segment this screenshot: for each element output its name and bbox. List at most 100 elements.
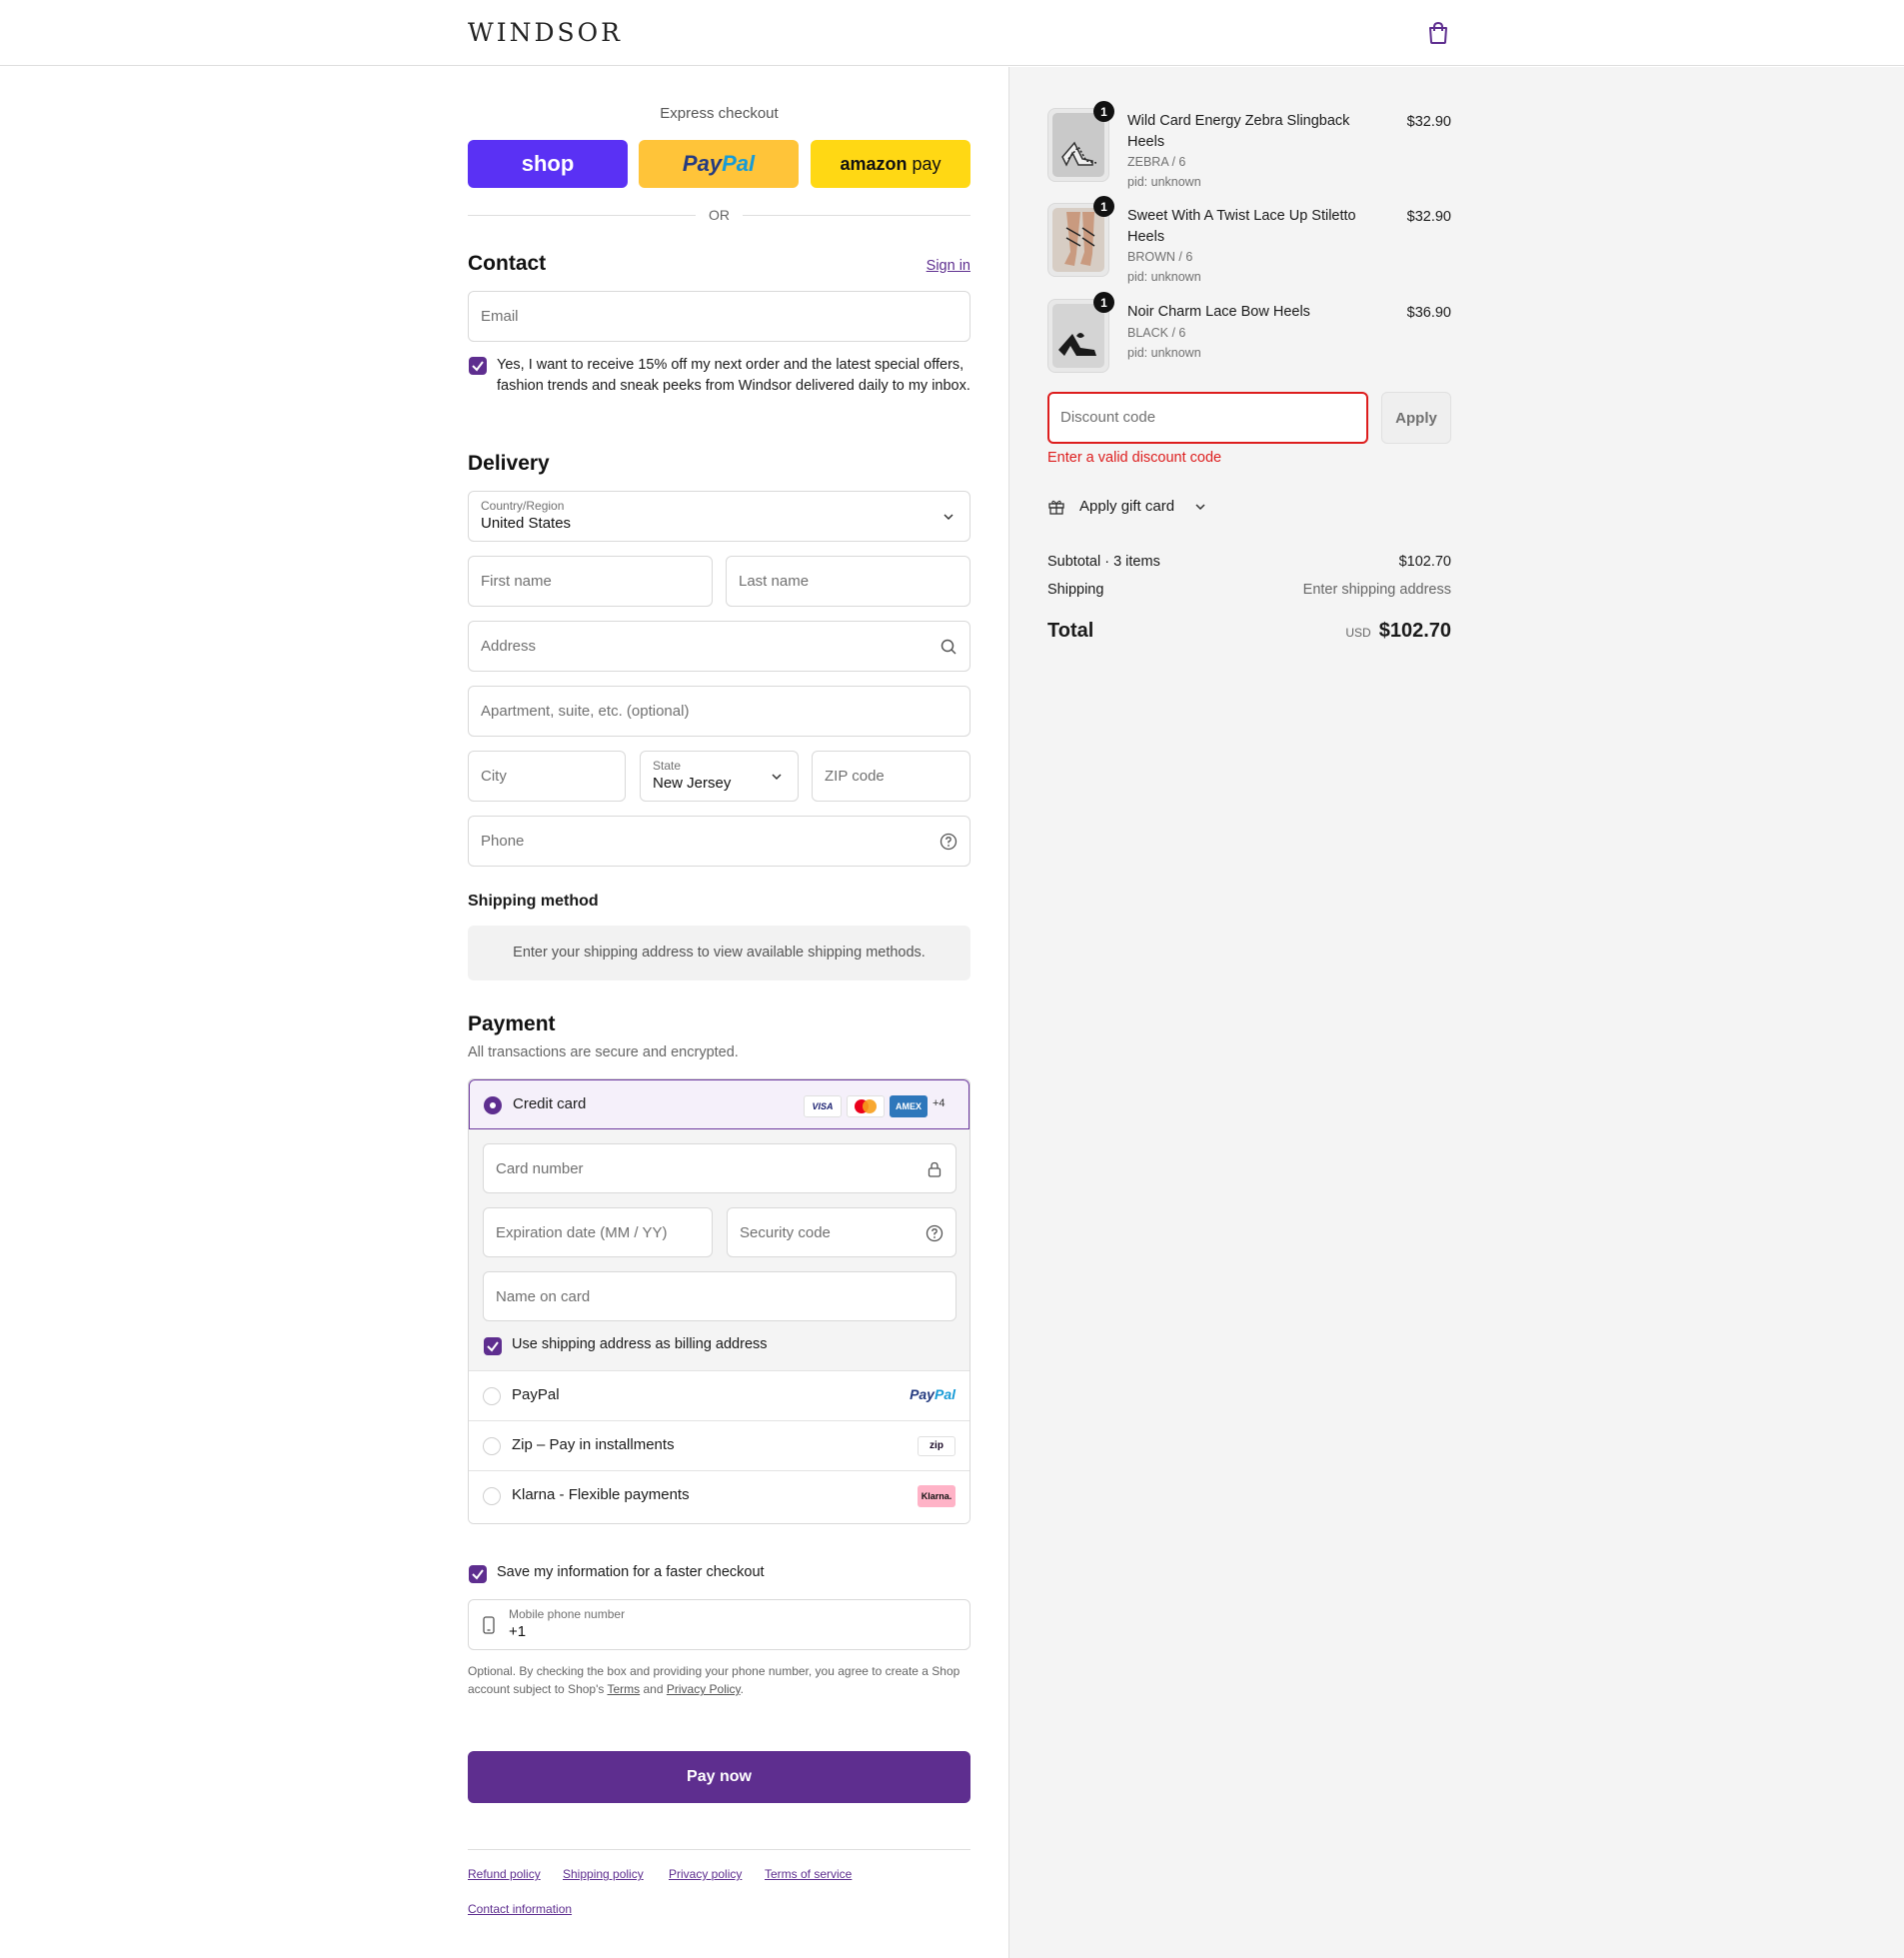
zip-radio[interactable]: [483, 1437, 501, 1455]
privacy-policy-link[interactable]: Privacy policy: [669, 1867, 742, 1881]
shipping-policy-link[interactable]: Shipping policy: [563, 1867, 644, 1881]
billing-same-label: Use shipping address as billing address: [512, 1336, 768, 1352]
product-image: [1052, 113, 1104, 177]
shopping-bag-icon[interactable]: [1427, 21, 1449, 45]
product-thumbnail: 1: [1047, 292, 1114, 373]
total-row: Total USD $102.70: [1047, 620, 1451, 650]
last-name-placeholder: Last name: [739, 573, 810, 590]
billing-same-checkbox[interactable]: [484, 1337, 502, 1355]
state-select[interactable]: State New Jersey: [640, 751, 799, 802]
zip-option[interactable]: Zip – Pay in installments zip: [469, 1420, 969, 1470]
store-logo[interactable]: WINDSOR: [468, 18, 623, 47]
mobile-phone-value: +1: [509, 1623, 527, 1640]
city-field[interactable]: City: [468, 751, 626, 802]
total-amount: USD $102.70: [1345, 620, 1451, 643]
email-field[interactable]: Email: [468, 291, 970, 342]
search-icon: [941, 639, 956, 655]
currency-code: USD: [1345, 626, 1371, 640]
product-thumbnail: 1: [1047, 101, 1114, 182]
save-info-checkbox[interactable]: [469, 1565, 487, 1583]
mobile-phone-label: Mobile phone number: [509, 1607, 626, 1621]
amazon-pay-text: pay: [907, 153, 942, 174]
klarna-option[interactable]: Klarna - Flexible payments Klarna.: [469, 1470, 969, 1523]
address-placeholder: Address: [481, 638, 537, 655]
paypal-option[interactable]: PayPal PayPal: [469, 1370, 969, 1420]
card-number-field[interactable]: Card number: [483, 1143, 956, 1193]
security-code-field[interactable]: Security code: [727, 1207, 956, 1257]
zip-field[interactable]: ZIP code: [812, 751, 970, 802]
quantity-badge: 1: [1093, 101, 1114, 122]
terms-of-service-link[interactable]: Terms of service: [765, 1867, 852, 1881]
mobile-phone-field[interactable]: Mobile phone number +1: [468, 1599, 970, 1650]
or-text: OR: [709, 207, 730, 223]
first-name-field[interactable]: First name: [468, 556, 713, 607]
credit-card-option[interactable]: Credit card VISA AMEX +4: [469, 1079, 969, 1129]
country-value: United States: [481, 515, 572, 532]
security-code-placeholder: Security code: [740, 1224, 831, 1241]
zip-logo: zip: [918, 1436, 955, 1456]
state-label: State: [653, 759, 682, 773]
help-icon[interactable]: [940, 833, 957, 851]
phone-field[interactable]: Phone: [468, 816, 970, 867]
privacy-policy-link[interactable]: Privacy Policy: [667, 1682, 741, 1696]
apply-gift-card-toggle[interactable]: Apply gift card: [1047, 496, 1247, 520]
shipping-label: Shipping: [1047, 582, 1104, 598]
card-number-placeholder: Card number: [496, 1160, 584, 1177]
total-value: $102.70: [1378, 620, 1451, 642]
expiration-field[interactable]: Expiration date (MM / YY): [483, 1207, 713, 1257]
pay-now-button[interactable]: Pay now: [468, 1751, 970, 1803]
paypal-logo: PayPal: [910, 1386, 955, 1402]
shipping-method-message: Enter your shipping address to view avai…: [468, 926, 970, 980]
paypal-radio[interactable]: [483, 1387, 501, 1405]
legal-period: .: [740, 1682, 745, 1696]
paypal-logo-pal: Pal: [722, 151, 756, 176]
visa-icon: VISA: [804, 1095, 842, 1117]
help-icon[interactable]: [926, 1224, 944, 1242]
sign-in-link[interactable]: Sign in: [927, 258, 970, 274]
shop-legal-text: Optional. By checking the box and provid…: [468, 1662, 970, 1698]
discount-code-input[interactable]: Discount code: [1047, 392, 1368, 444]
apartment-placeholder: Apartment, suite, etc. (optional): [481, 703, 690, 720]
mastercard-icon: [847, 1095, 885, 1117]
apartment-field[interactable]: Apartment, suite, etc. (optional): [468, 686, 970, 737]
name-on-card-placeholder: Name on card: [496, 1288, 591, 1305]
product-variant: BLACK / 6: [1127, 326, 1186, 340]
terms-link[interactable]: Terms: [608, 1682, 641, 1696]
apply-discount-button[interactable]: Apply: [1381, 392, 1451, 444]
product-pid: pid: unknown: [1127, 270, 1201, 284]
paypal-logo-pay: Pay: [910, 1386, 935, 1402]
credit-card-form: Card number Expiration date (MM / YY) Se…: [469, 1129, 969, 1370]
payment-subtitle: All transactions are secure and encrypte…: [468, 1044, 739, 1060]
product-image: [1052, 304, 1104, 368]
last-name-field[interactable]: Last name: [726, 556, 970, 607]
klarna-radio[interactable]: [483, 1487, 501, 1505]
shop-pay-button[interactable]: shop: [468, 140, 628, 188]
amazon-pay-button[interactable]: amazon pay: [811, 140, 970, 188]
payment-methods: Credit card VISA AMEX +4 Card number Exp…: [468, 1078, 970, 1524]
checkmark-icon: [472, 1569, 484, 1580]
quantity-badge: 1: [1093, 292, 1114, 313]
country-select[interactable]: Country/Region United States: [468, 491, 970, 542]
phone-placeholder: Phone: [481, 833, 525, 850]
gift-icon: [1048, 500, 1064, 515]
product-pid: pid: unknown: [1127, 346, 1201, 360]
refund-policy-link[interactable]: Refund policy: [468, 1867, 541, 1881]
newsletter-checkbox[interactable]: [469, 357, 487, 375]
product-price: $36.90: [1406, 305, 1451, 321]
save-info-label: Save my information for a faster checkou…: [497, 1564, 765, 1580]
mobile-phone-icon: [483, 1616, 495, 1634]
name-on-card-field[interactable]: Name on card: [483, 1271, 956, 1321]
product-name: Wild Card Energy Zebra Slingback Heels: [1127, 113, 1350, 150]
chevron-down-icon: [772, 774, 782, 781]
product-variant: ZEBRA / 6: [1127, 155, 1186, 169]
address-field[interactable]: Address: [468, 621, 970, 672]
paypal-logo-pal: Pal: [934, 1386, 955, 1402]
credit-card-radio[interactable]: [484, 1096, 502, 1114]
shop-pay-label: shop: [521, 151, 575, 176]
contact-information-link[interactable]: Contact information: [468, 1902, 572, 1916]
total-label: Total: [1047, 620, 1094, 642]
paypal-express-button[interactable]: Pay Pal: [639, 140, 799, 188]
footer-divider: [468, 1849, 970, 1850]
product-price: $32.90: [1406, 114, 1451, 130]
amazon-logo-text: amazon: [840, 153, 908, 174]
